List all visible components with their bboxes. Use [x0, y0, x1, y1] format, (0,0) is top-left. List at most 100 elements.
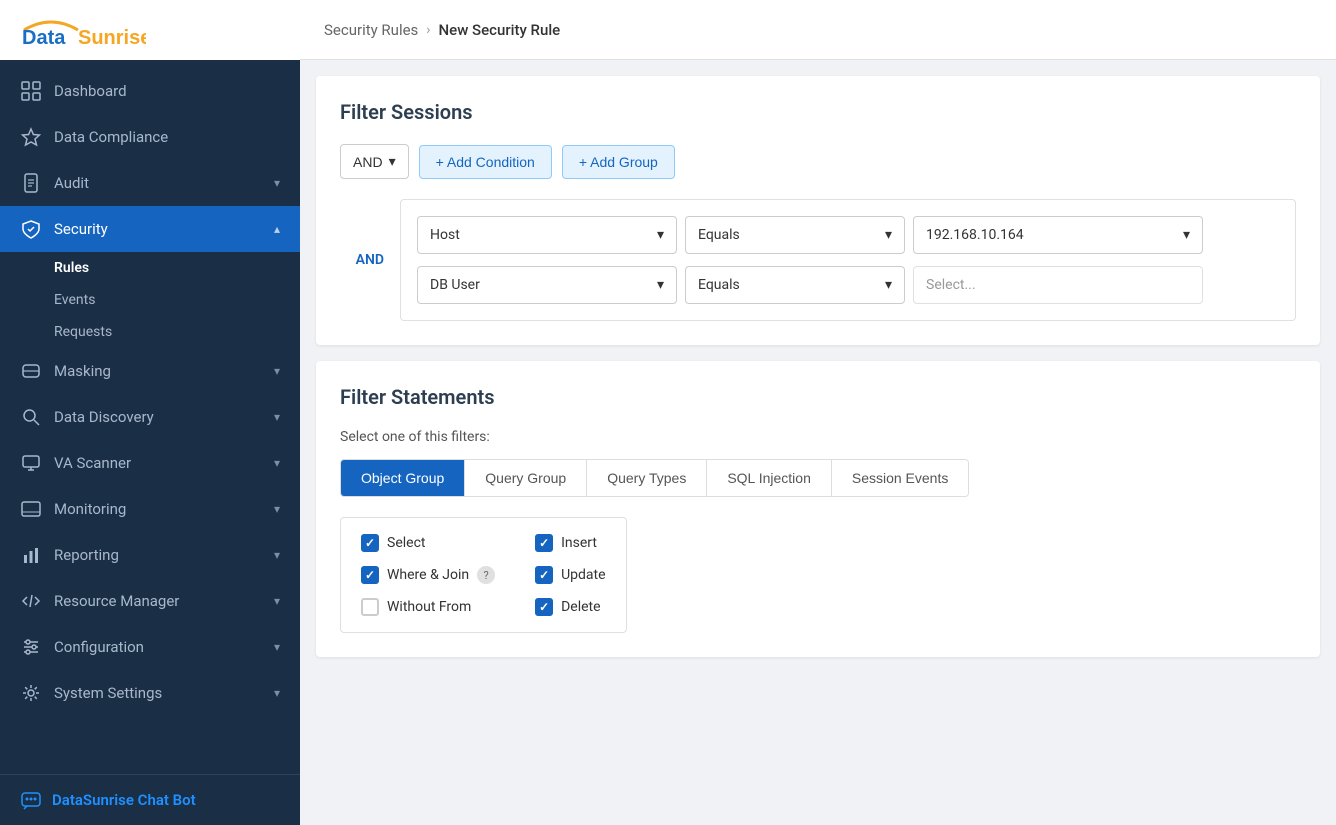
checkbox-label-delete: Delete — [561, 599, 600, 615]
mask-icon — [20, 360, 42, 382]
main-content: Filter Sessions AND ▾ + Add Condition + … — [300, 60, 1336, 825]
checkmark-where-join: ✓ — [365, 568, 375, 582]
operator-label-2: Equals — [698, 277, 740, 293]
sidebar-item-label-audit: Audit — [54, 174, 262, 192]
sidebar-header: Data Sunrise — [0, 0, 300, 60]
checkmark-insert: ✓ — [539, 536, 549, 550]
operator-chevron-1: ▾ — [885, 227, 892, 243]
grid-icon — [20, 80, 42, 102]
sidebar-sub-item-requests[interactable]: Requests — [0, 316, 300, 348]
operator-select-2[interactable]: Equals ▾ — [685, 266, 905, 304]
sidebar-item-reporting[interactable]: Reporting ▾ — [0, 532, 300, 578]
condition-row-2: DB User ▾ Equals ▾ Select... — [417, 266, 1279, 304]
filter-statements-label: Select one of this filters: — [340, 429, 1296, 445]
operator-select-1[interactable]: Equals ▾ — [685, 216, 905, 254]
checkbox-insert[interactable]: ✓ Insert — [535, 534, 605, 552]
chevron-down-icon-reporting: ▾ — [274, 548, 280, 562]
checkbox-delete[interactable]: ✓ Delete — [535, 598, 605, 616]
sidebar-item-label-dashboard: Dashboard — [54, 82, 280, 100]
value-chevron-1: ▾ — [1183, 227, 1190, 243]
tab-query-types[interactable]: Query Types — [587, 460, 707, 496]
checkbox-where-join[interactable]: ✓ Where & Join ? — [361, 566, 495, 584]
checkmark-delete: ✓ — [539, 600, 549, 614]
chevron-up-icon: ▴ — [274, 222, 280, 236]
checkbox-label-without-from: Without From — [387, 599, 471, 615]
checkbox-column-left: ✓ Select ✓ Where & Join ? — [361, 534, 495, 616]
add-group-button[interactable]: + Add Group — [562, 145, 675, 179]
dropdown-arrow-icon: ▾ — [389, 153, 396, 170]
sidebar-item-va-scanner[interactable]: VA Scanner ▾ — [0, 440, 300, 486]
checkbox-label-insert: Insert — [561, 535, 597, 551]
sidebar-item-masking[interactable]: Masking ▾ — [0, 348, 300, 394]
and-operator-dropdown[interactable]: AND ▾ — [340, 144, 409, 179]
operator-chevron-2: ▾ — [885, 277, 892, 293]
filter-statements-title: Filter Statements — [340, 385, 1296, 409]
help-icon-where-join[interactable]: ? — [477, 566, 495, 584]
sidebar-item-configuration[interactable]: Configuration ▾ — [0, 624, 300, 670]
sidebar: Data Sunrise Dashboard — [0, 0, 300, 825]
sidebar-item-label-data-compliance: Data Compliance — [54, 128, 280, 146]
chevron-down-icon: ▾ — [274, 176, 280, 190]
chevron-down-icon-monitoring: ▾ — [274, 502, 280, 516]
sidebar-item-label-reporting: Reporting — [54, 546, 262, 564]
sidebar-item-data-discovery[interactable]: Data Discovery ▾ — [0, 394, 300, 440]
field-chevron-1: ▾ — [657, 227, 664, 243]
sidebar-item-dashboard[interactable]: Dashboard — [0, 68, 300, 114]
sidebar-item-label-va-scanner: VA Scanner — [54, 454, 262, 472]
sidebar-sub-item-events[interactable]: Events — [0, 284, 300, 316]
field-label-2: DB User — [430, 277, 480, 293]
tab-object-group[interactable]: Object Group — [341, 460, 465, 496]
chevron-down-icon-data-discovery: ▾ — [274, 410, 280, 424]
field-select-2[interactable]: DB User ▾ — [417, 266, 677, 304]
code-icon — [20, 590, 42, 612]
checkbox-update[interactable]: ✓ Update — [535, 566, 605, 584]
checkbox-box-insert[interactable]: ✓ — [535, 534, 553, 552]
sidebar-nav: Dashboard Data Compliance Audit — [0, 60, 300, 774]
checkbox-column-right: ✓ Insert ✓ Update ✓ Delete — [535, 534, 605, 616]
tab-session-events[interactable]: Session Events — [832, 460, 969, 496]
breadcrumb-parent[interactable]: Security Rules — [324, 21, 418, 39]
chatbot-button[interactable]: DataSunrise Chat Bot — [0, 774, 300, 825]
checkbox-label-where-join: Where & Join — [387, 567, 469, 583]
value-select-1[interactable]: 192.168.10.164 ▾ — [913, 216, 1203, 254]
checkbox-box-select[interactable]: ✓ — [361, 534, 379, 552]
logo-svg: Data Sunrise — [16, 12, 146, 48]
sidebar-item-monitoring[interactable]: Monitoring ▾ — [0, 486, 300, 532]
checkbox-box-delete[interactable]: ✓ — [535, 598, 553, 616]
sidebar-item-label-data-discovery: Data Discovery — [54, 408, 262, 426]
filter-sessions-title: Filter Sessions — [340, 100, 1296, 124]
sidebar-item-label-masking: Masking — [54, 362, 262, 380]
checkbox-box-where-join[interactable]: ✓ — [361, 566, 379, 584]
checkbox-box-update[interactable]: ✓ — [535, 566, 553, 584]
chevron-down-icon-resource-manager: ▾ — [274, 594, 280, 608]
display-icon — [20, 498, 42, 520]
sidebar-item-data-compliance[interactable]: Data Compliance — [0, 114, 300, 160]
checkbox-label-select: Select — [387, 535, 425, 551]
sidebar-item-resource-manager[interactable]: Resource Manager ▾ — [0, 578, 300, 624]
breadcrumb-current: New Security Rule — [439, 21, 561, 39]
field-select-1[interactable]: Host ▾ — [417, 216, 677, 254]
sidebar-item-label-configuration: Configuration — [54, 638, 262, 656]
sidebar-item-security[interactable]: Security ▴ — [0, 206, 300, 252]
chatbot-icon — [20, 789, 42, 811]
sidebar-sub-item-rules[interactable]: Rules — [0, 252, 300, 284]
operator-label-1: Equals — [698, 227, 740, 243]
chevron-down-icon-system-settings: ▾ — [274, 686, 280, 700]
checkbox-box-without-from[interactable] — [361, 598, 379, 616]
add-condition-button[interactable]: + Add Condition — [419, 145, 552, 179]
checkbox-without-from[interactable]: Without From — [361, 598, 495, 616]
sidebar-item-system-settings[interactable]: System Settings ▾ — [0, 670, 300, 716]
filter-sessions-section: Filter Sessions AND ▾ + Add Condition + … — [316, 76, 1320, 345]
chevron-down-icon-va-scanner: ▾ — [274, 456, 280, 470]
sidebar-item-label-system-settings: System Settings — [54, 684, 262, 702]
field-label-1: Host — [430, 227, 460, 243]
tab-sql-injection[interactable]: SQL Injection — [707, 460, 832, 496]
checkbox-select[interactable]: ✓ Select — [361, 534, 495, 552]
topbar: Security Rules › New Security Rule — [300, 0, 1336, 60]
value-select-2[interactable]: Select... — [913, 266, 1203, 304]
field-chevron-2: ▾ — [657, 277, 664, 293]
sidebar-item-audit[interactable]: Audit ▾ — [0, 160, 300, 206]
filter-tabs-row: Object Group Query Group Query Types SQL… — [340, 459, 969, 497]
tab-query-group[interactable]: Query Group — [465, 460, 587, 496]
breadcrumb-separator: › — [426, 22, 430, 38]
